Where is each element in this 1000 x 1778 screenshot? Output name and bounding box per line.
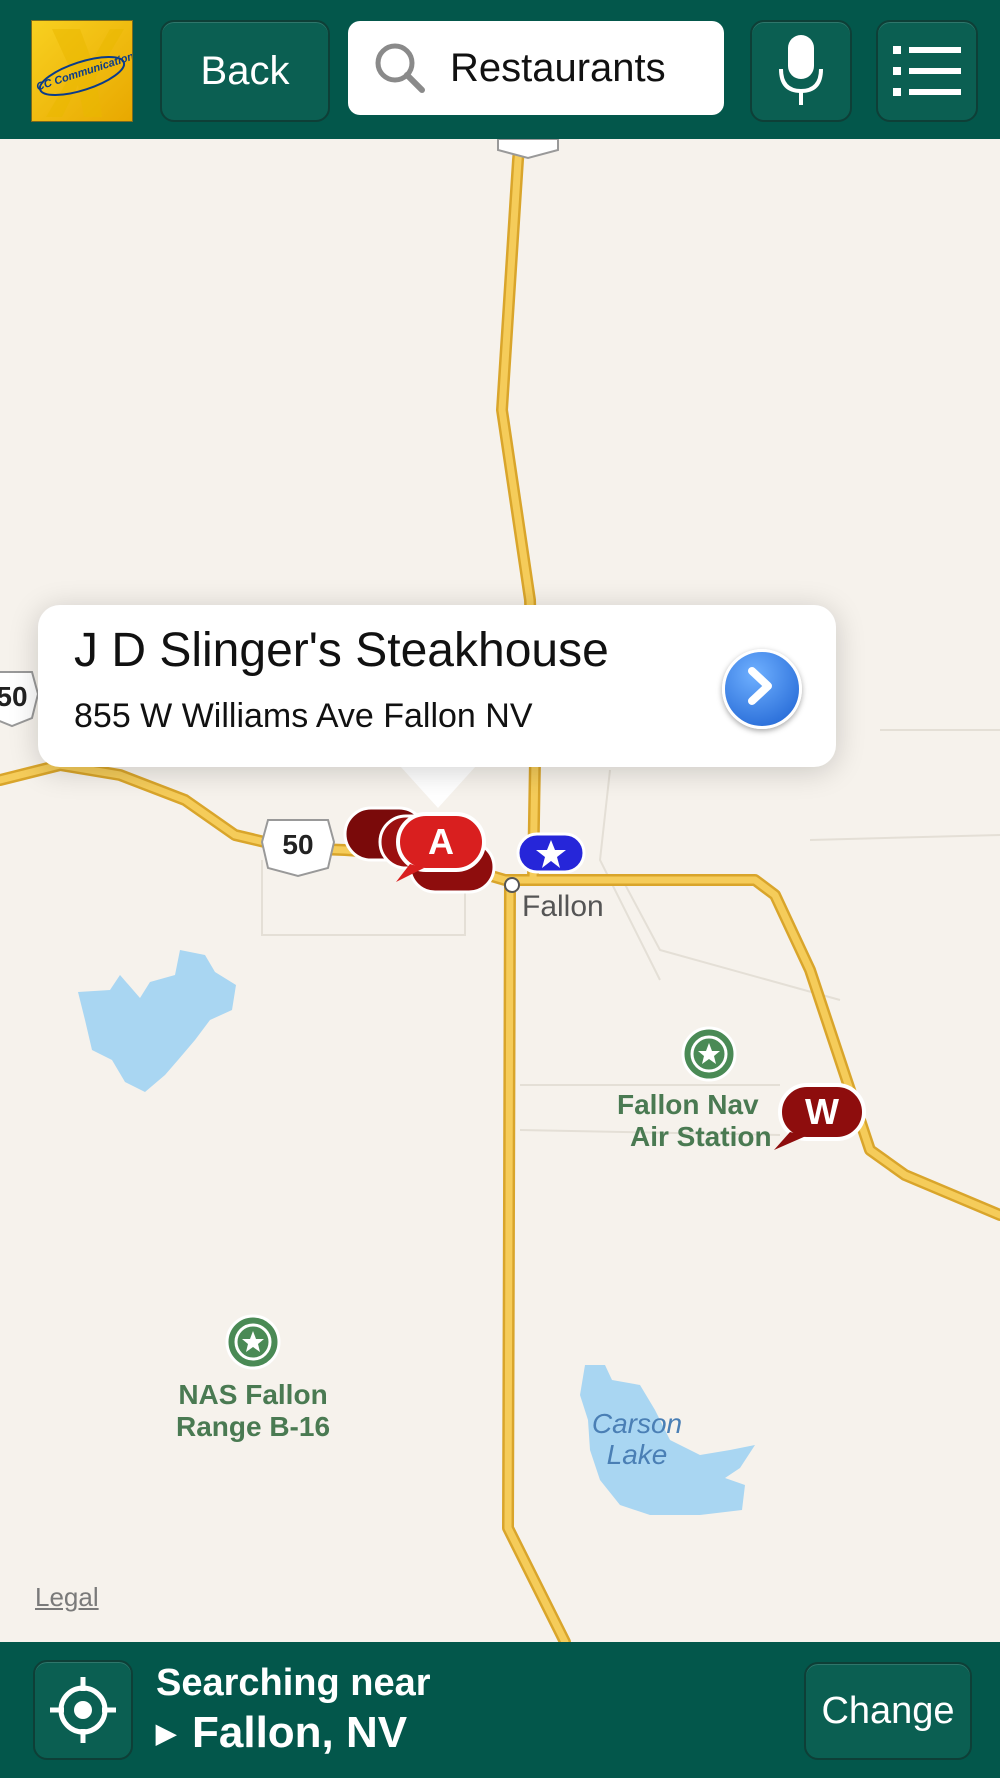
route-shield-label: 50 <box>0 681 28 712</box>
search-field[interactable]: Restaurants <box>348 21 724 115</box>
route-shield-50-east: 50 <box>260 819 336 878</box>
current-location-marker[interactable] <box>516 832 586 874</box>
back-button[interactable]: Back <box>160 20 330 122</box>
microphone-icon <box>779 35 823 105</box>
locate-me-button[interactable] <box>33 1660 133 1760</box>
map-canvas: 50 50 B A <box>0 139 1000 1642</box>
search-input[interactable]: Restaurants <box>450 46 666 91</box>
pin-label: A <box>428 821 454 862</box>
chevron-right-icon <box>748 667 772 705</box>
range-label-line2: Range B-16 <box>176 1411 330 1442</box>
callout-pointer <box>400 766 476 808</box>
bottom-toolbar: Searching near ▶ Fallon, NV Change <box>0 1642 1000 1778</box>
caret-right-icon: ▶ <box>156 1717 176 1748</box>
voice-search-button[interactable] <box>750 20 852 122</box>
city-dot <box>504 877 520 893</box>
crosshair-icon <box>50 1677 116 1743</box>
roads <box>0 139 1000 1642</box>
naval-station-label-line2: Air Station <box>630 1121 772 1152</box>
route-shield-label: 50 <box>282 829 313 860</box>
lake-label-line2: Lake <box>607 1439 668 1470</box>
place-address: 855 W Williams Ave Fallon NV <box>74 697 533 735</box>
naval-station-label-line1: Fallon Nav <box>617 1089 759 1120</box>
range-icon <box>225 1314 281 1370</box>
lake-label-line1: Carson <box>592 1408 682 1439</box>
current-location-row[interactable]: ▶ Fallon, NV <box>156 1708 407 1758</box>
search-icon <box>375 43 425 93</box>
top-toolbar: CC Communications Back Restaurants <box>0 0 1000 139</box>
city-label: Fallon <box>522 890 604 923</box>
naval-station-icon <box>681 1026 737 1082</box>
route-shield-50-west: 50 <box>0 671 40 728</box>
place-name: J D Slinger's Steakhouse <box>74 624 609 677</box>
searching-near-label: Searching near <box>156 1662 431 1704</box>
water-body-west <box>78 950 236 1092</box>
place-callout[interactable]: J D Slinger's Steakhouse 855 W Williams … <box>38 605 836 767</box>
map-view[interactable]: 50 50 B A <box>0 139 1000 1642</box>
pin-label: W <box>805 1091 839 1132</box>
list-view-button[interactable] <box>876 20 978 122</box>
change-location-button[interactable]: Change <box>804 1662 972 1760</box>
current-location-text: Fallon, NV <box>192 1708 408 1757</box>
legal-link[interactable]: Legal <box>35 1582 99 1613</box>
app-logo[interactable]: CC Communications <box>31 20 133 122</box>
range-label-line1: NAS Fallon <box>178 1379 327 1410</box>
street-grid <box>261 729 1000 1136</box>
map-pin-w[interactable]: W <box>774 1083 866 1150</box>
detail-disclosure-button[interactable] <box>722 649 802 729</box>
route-shield-95 <box>497 139 559 160</box>
list-icon <box>893 46 961 96</box>
